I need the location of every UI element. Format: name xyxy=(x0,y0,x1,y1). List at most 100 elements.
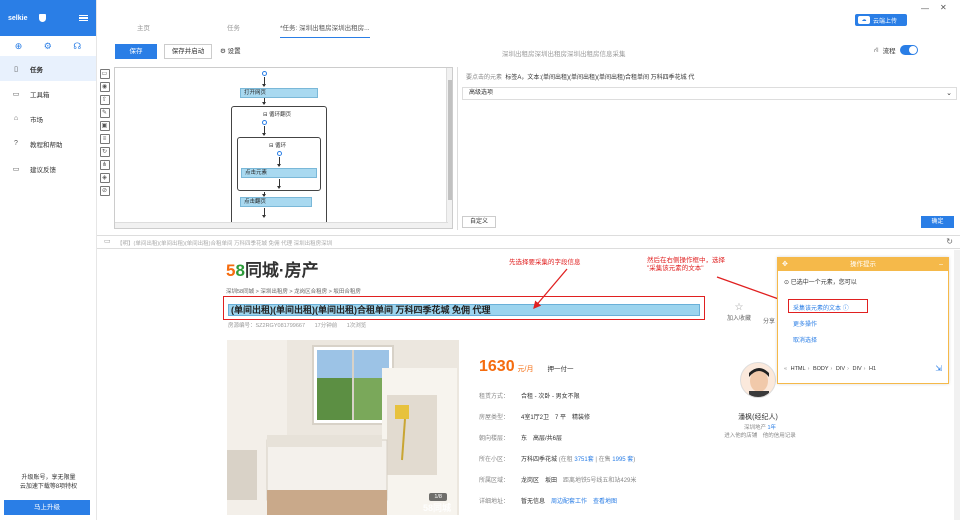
start-node-icon[interactable] xyxy=(262,71,267,76)
path-item[interactable]: HTML xyxy=(791,366,806,372)
loop-icon xyxy=(262,120,267,125)
workflow-vertical-scrollbar[interactable] xyxy=(446,68,452,228)
annotation-text: 然后在右侧操作框中，选择 "采集该元素的文本" xyxy=(647,257,725,273)
hint-selected-text: ⊙ 已选中一个元素，您可以 xyxy=(784,280,857,286)
payment-mode: 押一付一 xyxy=(547,366,574,373)
confirm-button[interactable]: 确定 xyxy=(921,216,954,228)
custom-button[interactable]: 自定义 xyxy=(462,216,496,228)
shield-icon[interactable] xyxy=(39,14,47,22)
workflow-canvas[interactable]: 打开网页 ⊟ 循环翻页 ⊟ 循环 点击元素 点击翻页 xyxy=(114,67,453,229)
listing-photo[interactable]: 1/8 58同城 xyxy=(227,340,459,515)
advanced-options-label: 高级选项 xyxy=(469,90,494,96)
share-button[interactable]: 分享 xyxy=(763,316,775,325)
task-title: 深圳出租房深圳出租房深圳出租房信息采集 xyxy=(502,51,626,58)
info-row-rental-type: 租赁方式： 合租 - 次卧 - 男女不限 xyxy=(479,391,729,412)
flow-icon: ⛙ xyxy=(874,46,879,54)
advanced-options-dropdown[interactable]: 高级选项 ⌄ xyxy=(462,87,957,100)
document-icon: ▯ xyxy=(14,65,18,73)
listing-title[interactable]: (单间出租)(单间出租)(单间出租)合租单间 万科四季花城 免佣 代理 xyxy=(228,304,700,316)
sidebar-item-toolbox[interactable]: ▭ 工具箱 xyxy=(0,81,96,106)
open-page-tool-icon[interactable]: ▭ xyxy=(99,69,110,79)
sidebar-item-label: 建议反馈 xyxy=(30,166,56,174)
path-item[interactable]: H1 xyxy=(869,366,876,372)
sidebar-item-help[interactable]: ? 教程和帮助 xyxy=(0,131,96,156)
price-value: 1630 xyxy=(479,358,515,375)
community-name[interactable]: 万科四季花城 xyxy=(521,457,557,463)
tab-current-task[interactable]: *任务: 深圳出租房深圳出租房... xyxy=(280,22,370,38)
browser-url-text[interactable]: 【明】(单间出租)(单间出租)(单间出租)合租单间 万科四季花城 免佣 代理 深… xyxy=(117,239,332,247)
tab-tasks[interactable]: 任务 xyxy=(227,22,240,32)
agent-name[interactable]: 潘枫(经纪人) xyxy=(728,412,788,422)
gear-icon: ⚙ xyxy=(220,48,226,55)
sidebar-item-label: 任务 xyxy=(30,66,43,74)
hint-header[interactable]: ✥ 操作提示 – xyxy=(778,258,948,271)
hint-title: 操作提示 xyxy=(850,261,876,268)
nearby-link[interactable]: 周边配套工作 xyxy=(545,499,587,505)
new-task-icon[interactable]: ⊕ xyxy=(15,41,23,52)
photo-counter: 1/8 xyxy=(429,493,447,501)
rent-count-link[interactable]: 3751套 xyxy=(574,457,593,463)
photo-watermark: 58同城 xyxy=(422,503,451,513)
chevron-down-icon: ⌄ xyxy=(946,90,952,97)
info-key: 所在小区： xyxy=(479,457,510,463)
mouse-hover-tool-icon[interactable]: ◈ xyxy=(99,173,110,183)
close-icon[interactable]: ✕ xyxy=(940,3,947,12)
cloud-upload-button[interactable]: ☁ 云端上传 xyxy=(855,14,907,26)
sidebar-item-feedback[interactable]: ▭ 建议反馈 xyxy=(0,156,96,181)
input-tool-icon[interactable]: ✎ xyxy=(99,108,110,118)
view-map-link[interactable]: 查看地图 xyxy=(587,499,617,505)
flow-toggle-group: ⛙ 流程 xyxy=(874,45,918,55)
view-count: 1次浏览 xyxy=(346,323,367,329)
path-item[interactable]: BODY xyxy=(813,366,829,372)
click-tool-icon[interactable]: ◉ xyxy=(99,82,110,92)
move-icon[interactable]: ✥ xyxy=(782,258,788,271)
favorite-button[interactable]: ☆ 加入收藏 xyxy=(725,302,753,322)
loop-tool-icon[interactable]: ↻ xyxy=(99,147,110,157)
headset-icon[interactable]: ☊ xyxy=(73,41,81,52)
node-open-page[interactable]: 打开网页 xyxy=(240,88,318,98)
switch-dropdown-tool-icon[interactable]: ≡ xyxy=(99,134,110,144)
path-item[interactable]: DIV xyxy=(852,366,861,372)
hamburger-menu-icon[interactable] xyxy=(79,14,88,22)
question-icon[interactable]: ⓘ xyxy=(843,306,849,312)
expand-icon[interactable]: ⇲ xyxy=(935,364,942,373)
node-loop-label: ⊟ 循环 xyxy=(269,143,287,149)
cancel-selection-option[interactable]: 取消选择 xyxy=(793,335,817,344)
save-button[interactable]: 保存 xyxy=(115,44,157,59)
agent-avatar[interactable] xyxy=(740,362,776,398)
more-actions-option[interactable]: 更多操作 xyxy=(793,319,817,328)
close-icon[interactable]: – xyxy=(939,258,943,271)
workflow-horizontal-scrollbar[interactable] xyxy=(115,222,448,228)
page-scrollbar[interactable] xyxy=(954,250,960,520)
sidebar: selkie ⊕ ⚙ ☊ ▯ 任务 ▭ 工具箱 ⌂ 市场 ? 教程和帮助 ▭ 建… xyxy=(0,0,97,520)
minimize-icon[interactable]: — xyxy=(921,4,929,13)
info-key: 朝向楼层： xyxy=(479,436,510,442)
breadcrumb[interactable]: 深圳58同城 > 深圳出租房 > 龙岗区合租房 > 坂田合租房 xyxy=(226,287,361,295)
sale-count-link[interactable]: 1995 套 xyxy=(612,457,633,463)
house-number: 房源编号：SZ2RGY081799667 xyxy=(228,323,306,329)
gear-icon[interactable]: ⚙ xyxy=(44,41,52,52)
sidebar-item-market[interactable]: ⌂ 市场 xyxy=(0,106,96,131)
sidebar-item-label: 工具箱 xyxy=(30,91,50,99)
captcha-tool-icon[interactable]: ▣ xyxy=(99,121,110,131)
path-item[interactable]: DIV xyxy=(836,366,845,372)
user-name[interactable]: selkie xyxy=(8,15,27,22)
tab-home[interactable]: 主页 xyxy=(137,22,150,32)
node-click-element[interactable]: 点击元素 xyxy=(241,168,317,178)
node-click-page[interactable]: 点击翻页 xyxy=(240,197,312,207)
branch-tool-icon[interactable]: ⋔ xyxy=(99,160,110,170)
node-loop[interactable]: ⊟ 循环 点击元素 xyxy=(237,137,321,191)
reload-icon[interactable]: ↻ xyxy=(946,237,953,246)
extract-tool-icon[interactable]: ⇧ xyxy=(99,95,110,105)
extract-text-option[interactable]: 采集该元素的文本 ⓘ xyxy=(793,303,849,312)
site-logo[interactable]: 58同城·房产 xyxy=(226,256,319,281)
step-settings-panel: 要点击的元素 标签A，文本:(单间出租)(单间出租)(单间出租)合租单间 万科四… xyxy=(457,67,960,230)
sidebar-item-tasks[interactable]: ▯ 任务 xyxy=(0,56,96,81)
settings-button[interactable]: ⚙ 设置 xyxy=(220,44,241,59)
stop-tool-icon[interactable]: ⊘ xyxy=(99,186,110,196)
flow-toggle[interactable] xyxy=(899,45,918,55)
save-and-run-button[interactable]: 保存并启动 xyxy=(164,44,212,59)
node-loop-page[interactable]: ⊟ 循环翻页 ⊟ 循环 点击元素 点击翻页 xyxy=(231,106,327,228)
agent-links[interactable]: 进入他的店铺 他的信用记录 xyxy=(715,432,805,440)
upgrade-button[interactable]: 马上升级 xyxy=(4,500,90,515)
